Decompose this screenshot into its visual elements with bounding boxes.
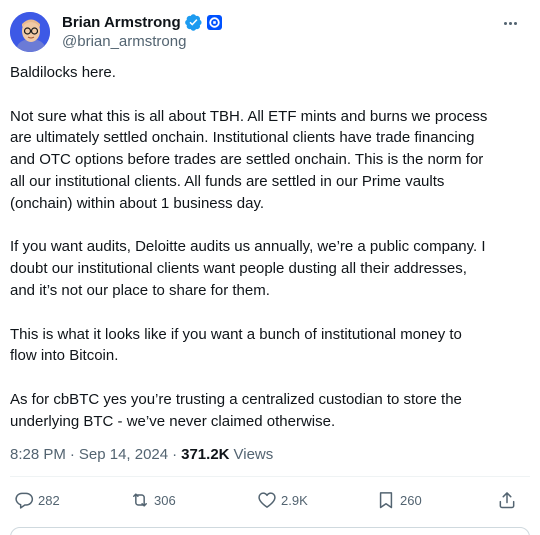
bookmark-button[interactable]: 260 — [376, 488, 422, 512]
tweet-meta: 8:28 PM · Sep 14, 2024 · 371.2K Views — [10, 446, 273, 463]
tweet-text: Baldilocks here. Not sure what this is a… — [10, 62, 525, 433]
timestamp-time[interactable]: 8:28 PM — [10, 446, 66, 463]
share-icon — [499, 492, 515, 509]
heart-icon — [258, 492, 276, 508]
reply-box[interactable] — [10, 527, 530, 535]
text-line: If you want audits, Deloitte audits us a… — [10, 238, 486, 256]
display-name[interactable]: Brian Armstrong — [62, 14, 181, 31]
views-count[interactable]: 371.2K — [181, 446, 229, 463]
divider — [10, 476, 530, 477]
repost-button[interactable]: 306 — [130, 488, 176, 512]
paragraph: This is what it looks like if you want a… — [10, 324, 525, 368]
like-button[interactable]: 2.9K — [257, 488, 308, 512]
paragraph: Baldilocks here. — [10, 62, 525, 84]
share-button[interactable] — [497, 488, 521, 512]
views-label[interactable]: Views — [234, 446, 274, 463]
text-line: doubt our institutional clients want peo… — [10, 260, 467, 278]
text-line: Not sure what this is all about TBH. All… — [10, 107, 488, 125]
bookmark-icon — [379, 492, 393, 509]
repost-icon — [133, 493, 147, 507]
text-line: flow into Bitcoin. — [10, 347, 119, 365]
coinbase-affiliate-icon[interactable] — [206, 14, 222, 30]
reply-count: 282 — [38, 492, 60, 508]
text-line: This is what it looks like if you want a… — [10, 325, 462, 343]
action-bar: 282 306 2.9K 260 — [10, 488, 520, 512]
avatar[interactable] — [10, 12, 50, 52]
meta-separator: · — [69, 446, 75, 463]
paragraph: If you want audits, Deloitte audits us a… — [10, 236, 525, 301]
bookmark-count: 260 — [400, 492, 422, 508]
name-row: Brian Armstrong — [62, 12, 222, 32]
meta-separator: · — [172, 446, 178, 463]
text-line: (onchain) within about 1 business day. — [10, 194, 265, 212]
verified-badge-icon[interactable] — [184, 13, 202, 31]
paragraph: As for cbBTC yes you’re trusting a centr… — [10, 389, 525, 433]
more-options-icon[interactable] — [500, 14, 520, 32]
paragraph: Not sure what this is all about TBH. All… — [10, 106, 525, 215]
text-line: As for cbBTC yes you’re trusting a centr… — [10, 390, 462, 408]
text-line: and it’s not our place to share for them… — [10, 281, 270, 299]
text-line: Baldilocks here. — [10, 64, 116, 81]
handle[interactable]: @brian_armstrong — [62, 33, 222, 50]
like-count: 2.9K — [281, 492, 308, 508]
repost-count: 306 — [154, 492, 176, 508]
text-line: are ultimately settled onchain. Institut… — [10, 129, 475, 147]
timestamp-date[interactable]: Sep 14, 2024 — [79, 446, 168, 463]
reply-icon — [15, 492, 34, 509]
reply-button[interactable]: 282 — [14, 488, 60, 512]
text-line: and OTC options before trades are settle… — [10, 151, 484, 169]
author-block: Brian Armstrong @brian_armstrong — [62, 12, 222, 50]
text-line: all our institutional clients. All funds… — [10, 172, 445, 190]
tweet: Brian Armstrong @brian_armstrong Baldilo… — [0, 0, 540, 535]
text-line: underlying BTC - we’ve never claimed oth… — [10, 412, 336, 430]
avatar-image — [10, 12, 50, 52]
